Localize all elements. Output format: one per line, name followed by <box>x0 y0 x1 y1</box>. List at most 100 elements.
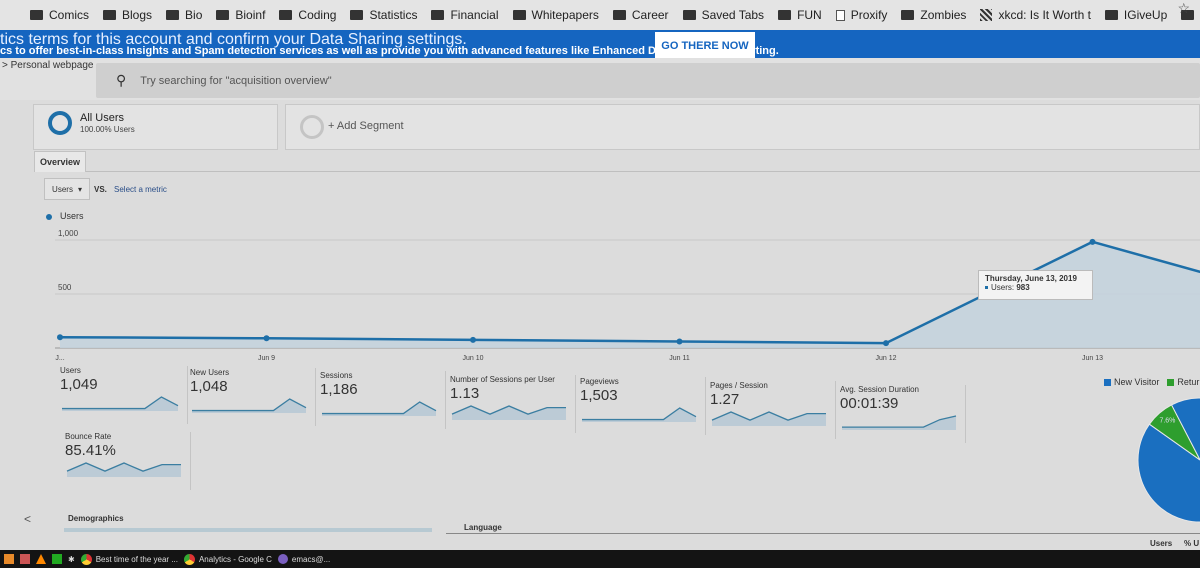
folder-icon <box>166 10 180 20</box>
bookmark-label: Bioinf <box>235 8 266 22</box>
bookmark-item[interactable]: Blogs <box>103 8 152 22</box>
metric-card[interactable]: Users 1,049 <box>60 366 188 424</box>
files-icon[interactable] <box>4 554 14 564</box>
folder-icon <box>103 10 117 20</box>
pie-legend: New Visitor Retur <box>1104 377 1199 387</box>
breadcrumb[interactable]: > Personal webpage <box>2 60 93 71</box>
taskbar-item-label: Analytics - Google C <box>198 554 272 564</box>
metric-value: 1.13 <box>450 385 480 402</box>
segment-name: All Users <box>80 112 125 124</box>
bookmark-label: Zombies <box>920 8 967 22</box>
folder-icon <box>682 10 696 20</box>
metric-card[interactable]: Pageviews 1,503 <box>580 377 706 435</box>
pct-users-column-header[interactable]: % U <box>1184 539 1199 548</box>
language-heading: Language <box>464 523 502 532</box>
taskbar-item-browser-1[interactable]: Best time of the year ... <box>80 553 178 565</box>
x-tick-label: Jun 11 <box>669 355 690 360</box>
taskbar-item-emacs[interactable]: emacs@... <box>277 554 331 564</box>
bookmark-label: Whitepapers <box>531 8 599 22</box>
demographics-heading: Demographics <box>68 514 124 523</box>
emacs-icon <box>277 554 288 564</box>
pie-legend-returning[interactable]: Retur <box>1167 377 1199 387</box>
bookmark-item[interactable]: Saved Tabs <box>682 8 765 22</box>
sparkline-area <box>842 416 956 430</box>
taskbar-item-browser-2[interactable]: Analytics - Google C <box>183 553 272 565</box>
bookmark-item[interactable]: Financial <box>431 8 499 22</box>
metric-card[interactable]: Number of Sessions per User 1.13 <box>450 375 576 433</box>
bookmark-item[interactable]: IGiveUp <box>1104 8 1168 22</box>
bookmark-item[interactable]: Zombies <box>901 8 966 22</box>
bookmark-star-icon[interactable]: ☆ <box>1177 0 1190 17</box>
chevron-left-icon[interactable]: < <box>24 512 31 526</box>
folder-icon <box>901 10 915 20</box>
taskbar-item-label: Best time of the year ... <box>95 554 178 564</box>
bookmark-label: Statistics <box>369 8 418 22</box>
metric-label: Pageviews <box>580 377 619 386</box>
pie-legend-new-visitor[interactable]: New Visitor <box>1104 377 1159 387</box>
users-column-header[interactable]: Users <box>1150 539 1172 548</box>
bookmark-label: Blogs <box>122 8 153 22</box>
y-tick-label: 500 <box>58 283 72 292</box>
go-there-now-button[interactable]: GO THERE NOW <box>655 32 755 60</box>
bookmark-item[interactable]: FUN <box>778 8 822 22</box>
users-line-chart[interactable]: 1,000 500 J... Jun 9 Jun 10 Jun 11 Jun 12 Jun 1… <box>0 130 1200 360</box>
bookmark-label: IGiveUp <box>1123 8 1168 22</box>
metric-sparkline <box>62 396 179 411</box>
y-tick-label: 1,000 <box>58 229 79 238</box>
bookmark-item[interactable]: Coding <box>279 8 336 22</box>
folder-icon <box>778 10 792 20</box>
bookmark-item[interactable]: Bio <box>166 8 202 22</box>
folder-icon <box>612 10 626 20</box>
metric-label: New Users <box>190 368 230 377</box>
metric-value: 1,503 <box>580 387 618 404</box>
metric-value: 00:01:39 <box>840 395 899 412</box>
vlc-icon[interactable] <box>36 554 46 564</box>
metric-card[interactable]: Avg. Session Duration 00:01:39 <box>840 385 966 443</box>
bookmarks-bar: Comics Blogs Bio Bioinf Coding Statistics Fina… <box>0 0 1200 30</box>
metric-card[interactable]: Sessions 1,186 <box>320 371 446 429</box>
search-icon: ⚲ <box>116 72 127 88</box>
metric-label: Bounce Rate <box>65 432 112 441</box>
bookmark-item[interactable]: Statistics <box>350 8 417 22</box>
bookmark-label: Coding <box>298 8 337 22</box>
metric-value: 1,048 <box>190 378 228 395</box>
metric-sparkline <box>451 405 566 420</box>
bluetooth-icon[interactable]: ✱ <box>68 555 75 564</box>
demographics-divider <box>64 528 432 532</box>
bookmark-item[interactable]: xkcd: Is It Worth t <box>980 8 1091 22</box>
returning-swatch <box>1167 379 1175 387</box>
bookmark-item[interactable]: Whitepapers <box>512 8 599 22</box>
metric-label: Number of Sessions per User <box>450 375 555 384</box>
metric-sparkline <box>322 401 437 416</box>
app-icon[interactable] <box>20 554 30 564</box>
taskbar-item-label: emacs@... <box>291 554 331 564</box>
search-input[interactable]: ⚲ Try searching for "acquisition overvie… <box>96 63 1200 98</box>
metric-card[interactable]: Pages / Session 1.27 <box>710 381 836 439</box>
bookmark-item[interactable]: Bioinf <box>216 8 265 22</box>
terminal-icon[interactable] <box>52 554 62 564</box>
chrome-icon <box>183 553 195 565</box>
top-bar: > Personal webpage ⚲ Try searching for "… <box>0 58 1200 100</box>
bookmark-item[interactable]: Proxify <box>835 8 887 22</box>
tooltip-value: 983 <box>1016 283 1030 292</box>
folder-icon <box>216 10 230 20</box>
language-divider <box>446 533 1200 534</box>
metric-sparkline <box>711 411 826 426</box>
bookmark-label: Financial <box>450 8 499 22</box>
folder-icon <box>350 10 364 20</box>
pie-slice-label: 7.6% <box>1159 418 1175 425</box>
folder-icon <box>279 10 293 20</box>
chrome-icon <box>80 553 92 565</box>
x-tick-label: Jun 13 <box>1082 355 1103 360</box>
bookmark-item[interactable]: Career <box>612 8 669 22</box>
metric-card[interactable]: New Users 1,048 <box>190 368 316 426</box>
bookmark-label: Bio <box>185 8 203 22</box>
metric-label: Users <box>60 366 81 375</box>
data-point <box>470 336 476 343</box>
bookmark-item[interactable]: Comics <box>30 8 89 22</box>
data-point <box>57 334 63 341</box>
bookmark-label: Saved Tabs <box>701 8 765 22</box>
bookmark-label: Career <box>631 8 669 22</box>
metric-card[interactable]: Bounce Rate 85.41% <box>65 432 191 490</box>
data-point <box>263 335 270 342</box>
